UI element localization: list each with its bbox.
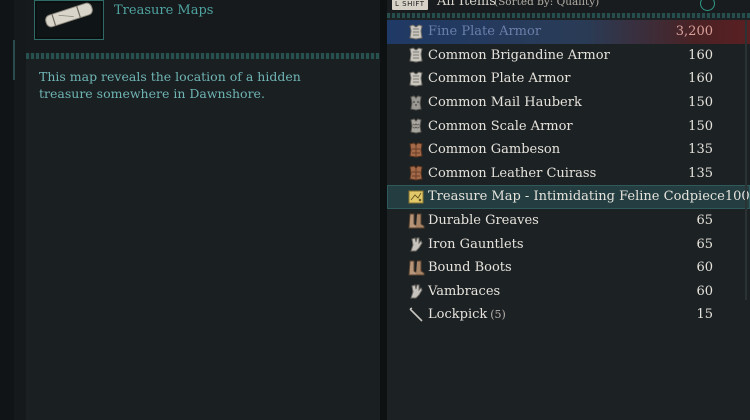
treasure-map-icon: [407, 188, 425, 206]
plate-armor-icon: [407, 70, 425, 88]
list-item[interactable]: Common Brigandine Armor 160: [387, 44, 750, 68]
scroll-icon: [45, 2, 93, 28]
lockpick-icon: [407, 306, 425, 324]
item-value: 150: [688, 95, 713, 111]
item-thumbnail: [34, 0, 104, 40]
panel-gap: [380, 0, 387, 420]
item-detail-panel: [26, 0, 381, 420]
item-value: 160: [688, 47, 713, 63]
item-value: 135: [688, 165, 713, 181]
item-name: Common Brigandine Armor: [428, 47, 610, 63]
shift-key-hint[interactable]: L SHIFT: [392, 0, 428, 10]
item-description: This map reveals the location of a hidde…: [39, 69, 301, 101]
list-item[interactable]: Iron Gauntlets 65: [387, 232, 750, 256]
list-item[interactable]: Common Gambeson 135: [387, 138, 750, 162]
item-name: Lockpick (5): [428, 307, 506, 323]
item-value: 60: [696, 283, 713, 299]
list-item[interactable]: Bound Boots 60: [387, 256, 750, 280]
gauntlet-icon: [407, 282, 425, 300]
list-item[interactable]: Common Scale Armor 150: [387, 114, 750, 138]
item-value: 65: [696, 213, 713, 229]
mail-armor-icon: [407, 94, 425, 112]
ornamental-divider: [387, 13, 750, 18]
item-quantity: (5): [490, 308, 506, 322]
gauntlet-icon: [407, 235, 425, 253]
list-item[interactable]: Durable Greaves 65: [387, 209, 750, 233]
list-filter-title[interactable]: All Items: [437, 0, 496, 9]
list-item[interactable]: Common Leather Cuirass 135: [387, 162, 750, 186]
plate-armor-icon: [407, 46, 425, 64]
boots-icon: [407, 212, 425, 230]
list-item[interactable]: Common Plate Armor 160: [387, 67, 750, 91]
ornamental-divider: [26, 53, 380, 59]
item-name: Common Mail Hauberk: [428, 95, 582, 111]
item-name: Iron Gauntlets: [428, 236, 524, 252]
plate-armor-icon: [407, 23, 425, 41]
edge-tick: [13, 40, 15, 80]
list-item[interactable]: Lockpick (5) 15: [387, 303, 750, 327]
item-name: Common Leather Cuirass: [428, 165, 597, 181]
item-list: Fine Plate Armor 3,200 Common Brigandine A…: [387, 20, 750, 327]
list-item[interactable]: Vambraces 60: [387, 280, 750, 304]
item-value: 150: [688, 118, 713, 134]
item-name: Fine Plate Armor: [428, 24, 542, 40]
item-value: 60: [696, 260, 713, 276]
item-name: Common Plate Armor: [428, 71, 571, 87]
item-name: Treasure Map - Intimidating Feline Codpi…: [428, 189, 725, 205]
boots-icon: [407, 259, 425, 277]
leather-armor-icon: [407, 164, 425, 182]
item-category: Treasure Maps: [114, 3, 214, 18]
item-value: 15: [696, 307, 713, 323]
list-item[interactable]: Common Mail Hauberk 150: [387, 91, 750, 115]
item-value: 135: [688, 142, 713, 158]
left-edge-strip: [0, 0, 15, 420]
leather-armor-icon: [407, 141, 425, 159]
scrollbar[interactable]: [745, 20, 747, 300]
item-value: 65: [696, 236, 713, 252]
list-item[interactable]: Treasure Map - Intimidating Feline Codpi…: [387, 185, 750, 209]
item-name: Common Gambeson: [428, 142, 561, 158]
item-name: Bound Boots: [428, 260, 512, 276]
item-name: Vambraces: [428, 283, 501, 299]
item-value: 3,200: [675, 24, 713, 40]
item-name: Durable Greaves: [428, 213, 539, 229]
item-value: 160: [688, 71, 713, 87]
sort-label: (Sorted by: Quality): [494, 0, 600, 8]
scale-armor-icon: [407, 117, 425, 135]
item-name: Common Scale Armor: [428, 118, 573, 134]
list-item[interactable]: Fine Plate Armor 3,200: [387, 20, 750, 44]
